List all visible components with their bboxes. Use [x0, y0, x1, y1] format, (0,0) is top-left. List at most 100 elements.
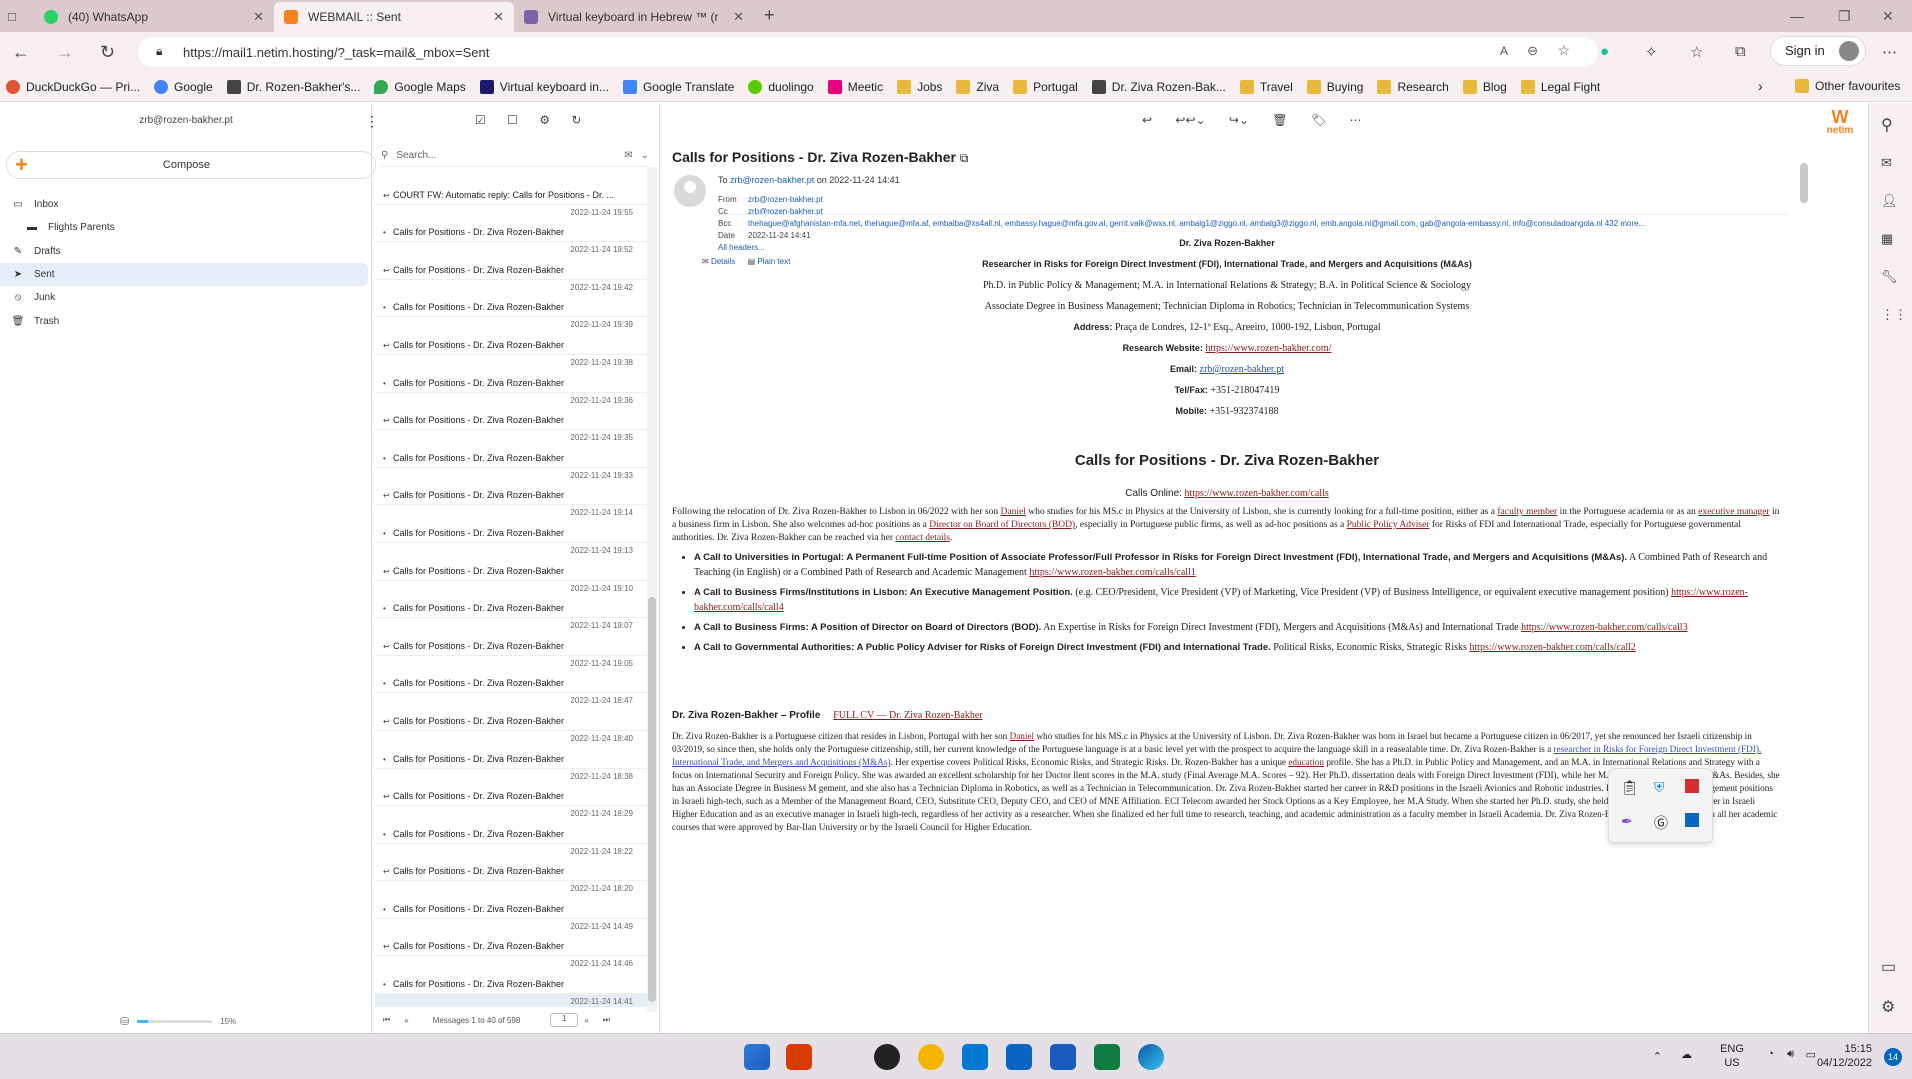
- read-aloud-icon[interactable]: A: [1500, 44, 1508, 58]
- search-box[interactable]: ⚲ Search... ✉ ⌄: [381, 145, 649, 167]
- excel-icon[interactable]: [1094, 1044, 1120, 1070]
- prev-page-button[interactable]: «: [404, 1016, 408, 1025]
- daniel-link[interactable]: Daniel: [1010, 731, 1035, 741]
- office-icon[interactable]: [786, 1044, 812, 1070]
- tab-actions-icon[interactable]: □: [8, 9, 16, 24]
- bookmark-google[interactable]: Google: [154, 79, 213, 94]
- address-bar[interactable]: 🔒︎ https://mail1.netim.hosting/?_task=ma…: [138, 37, 1598, 67]
- sign-in-button[interactable]: Sign in: [1770, 36, 1866, 66]
- notification-badge[interactable]: 14: [1884, 1048, 1902, 1066]
- to-address[interactable]: zrb@rozen-bakher.pt: [730, 175, 814, 185]
- message-list-item[interactable]: 2022-11-24 18:38 ↩ Calls for Positions - D…: [375, 769, 647, 807]
- reading-scrollbar[interactable]: [1798, 143, 1810, 1023]
- close-icon[interactable]: ✕: [253, 9, 264, 25]
- message-list-item[interactable]: 2022-11-24 19:05 • Calls for Positions - D…: [375, 656, 647, 694]
- new-tab-button[interactable]: +: [764, 5, 775, 26]
- contact-details-link[interactable]: contact details: [895, 533, 950, 543]
- message-list-item[interactable]: 2022-11-24 19:07 ↩ Calls for Positions - D…: [375, 618, 647, 656]
- bookmark-folder-jobs[interactable]: Jobs: [897, 79, 942, 94]
- message-list-item[interactable]: 2022-11-24 19:33 ↩ Calls for Positions - D…: [375, 468, 647, 506]
- chrome-canary-icon[interactable]: [918, 1044, 944, 1070]
- full-cv-link[interactable]: FULL CV — Dr. Ziva Rozen-Bakher: [833, 710, 982, 721]
- scroll-thumb[interactable]: [1800, 163, 1808, 203]
- sidebar-toggle-icon[interactable]: ▭: [1881, 957, 1896, 977]
- scroll-thumb[interactable]: [648, 597, 656, 1002]
- executive-manager-link[interactable]: executive manager: [1698, 507, 1769, 517]
- wrench-icon[interactable]: 🔧︎: [1881, 269, 1898, 285]
- app-icon[interactable]: [874, 1044, 900, 1070]
- call-link[interactable]: https://www.rozen-bakher.com/calls/call3: [1521, 622, 1688, 633]
- start-icon[interactable]: [744, 1044, 770, 1070]
- clock[interactable]: 15:15 04/12/2022: [1812, 1042, 1872, 1070]
- close-window-button[interactable]: ✕: [1882, 8, 1894, 25]
- back-button[interactable]: ←: [12, 42, 30, 63]
- tab-webmail[interactable]: WEBMAIL :: Sent ✕: [274, 2, 514, 32]
- message-list-item[interactable]: 2022-11-24 14:46 • Calls for Positions - D…: [375, 956, 647, 995]
- chevron-right-icon[interactable]: ›: [1758, 78, 1763, 94]
- daniel-link[interactable]: Daniel: [1001, 507, 1026, 517]
- netim-logo[interactable]: W netim: [1818, 108, 1862, 136]
- folder-flights-parents[interactable]: ▬ Flights Parents: [0, 216, 368, 239]
- folder-sent[interactable]: ➤ Sent: [0, 263, 368, 286]
- bookmark-duckduckgo[interactable]: DuckDuckGo — Pri...: [6, 79, 140, 94]
- bookmark-duolingo[interactable]: duolingo: [748, 79, 814, 94]
- policy-adviser-link[interactable]: Public Policy Adviser: [1347, 520, 1430, 530]
- restore-button[interactable]: ❐: [1838, 8, 1851, 25]
- message-list-item[interactable]: 2022-11-24 19:42 • Calls for Positions - D…: [375, 280, 647, 318]
- bookmark-folder-travel[interactable]: Travel: [1239, 79, 1293, 94]
- bookmark-folder-legal-fight[interactable]: Legal Fight: [1520, 79, 1600, 94]
- website-link[interactable]: https://www.rozen-bakher.com/: [1205, 343, 1331, 354]
- folder-trash[interactable]: 🗑︎ Trash: [0, 310, 368, 333]
- chevron-up-icon[interactable]: ⌃: [1653, 1050, 1662, 1063]
- apps-grid-icon[interactable]: ⋮⋮: [1881, 307, 1907, 323]
- clipboard-icon[interactable]: 📋︎: [1621, 779, 1639, 796]
- settings-icon[interactable]: ⚙: [1881, 997, 1895, 1017]
- calls-online-link[interactable]: https://www.rozen-bakher.com/calls: [1184, 488, 1328, 499]
- tag-icon[interactable]: 🏷︎: [1311, 113, 1326, 127]
- bookmark-rozen-bakher[interactable]: Dr. Rozen-Bakher's...: [226, 79, 360, 94]
- refresh-icon[interactable]: ↻: [571, 113, 581, 127]
- reply-icon[interactable]: ↩: [1142, 113, 1152, 127]
- grammarly-icon[interactable]: Ⓖ: [1654, 813, 1668, 833]
- pdf-icon[interactable]: [1685, 779, 1699, 793]
- select-icon[interactable]: ☑: [475, 113, 486, 127]
- envelope-icon[interactable]: ✉: [1881, 155, 1892, 171]
- message-list-item[interactable]: 2022-11-24 19:13 ↩ Calls for Positions - D…: [375, 543, 647, 581]
- message-list-item[interactable]: 2022-11-24 18:29 • Calls for Positions - D…: [375, 806, 647, 844]
- message-list-item[interactable]: ↩ COURT FW: Automatic reply: Calls for Po…: [375, 167, 647, 205]
- email-link[interactable]: zrb@rozen-bakher.pt: [1200, 364, 1284, 375]
- bookmark-google-translate[interactable]: Google Translate: [622, 79, 734, 94]
- message-list-item[interactable]: 2022-11-24 18:47 ↩ Calls for Positions - D…: [375, 693, 647, 731]
- forward-button[interactable]: →: [56, 42, 74, 63]
- from-address[interactable]: zrb@rozen-bakher.pt: [748, 195, 823, 204]
- word-icon[interactable]: [1050, 1044, 1076, 1070]
- envelope-icon[interactable]: ✉: [624, 150, 632, 161]
- message-list-item[interactable]: 2022-11-24 19:10 • Calls for Positions - D…: [375, 581, 647, 619]
- wifi-icon[interactable]: ◔: [1767, 1048, 1774, 1060]
- search-input[interactable]: Search...: [396, 150, 624, 161]
- minimize-button[interactable]: —: [1790, 8, 1804, 24]
- tab-whatsapp[interactable]: (40) WhatsApp ✕: [34, 2, 274, 32]
- open-external-icon[interactable]: ⧉: [960, 151, 969, 165]
- call-link[interactable]: https://www.rozen-bakher.com/calls/call1: [1029, 567, 1196, 578]
- message-list-item[interactable]: 2022-11-24 18:20 • Calls for Positions - D…: [375, 881, 647, 919]
- favorites-icon[interactable]: ☆: [1690, 43, 1703, 61]
- folder-inbox[interactable]: ▭ Inbox: [0, 193, 368, 216]
- bookmark-folder-ziva[interactable]: Ziva: [956, 79, 999, 94]
- calendar-icon[interactable]: ▦: [1881, 231, 1893, 247]
- bcc-addresses[interactable]: thehague@afghanistan-mfa.net, thehague@m…: [748, 219, 1645, 228]
- message-list-item[interactable]: 2022-11-24 14:49 ↩ Calls for Positions - D…: [375, 919, 647, 957]
- cloud-icon[interactable]: ☁: [1681, 1048, 1692, 1061]
- bookmark-folder-buying[interactable]: Buying: [1306, 79, 1363, 94]
- message-list-item[interactable]: 2022-11-24 18:40 • Calls for Positions - D…: [375, 731, 647, 769]
- page-input[interactable]: 1: [550, 1013, 579, 1027]
- refresh-button[interactable]: ↻: [100, 42, 115, 63]
- favorite-star-icon[interactable]: ☆: [1557, 42, 1570, 59]
- list-scrollbar[interactable]: [647, 167, 657, 1012]
- zoom-icon[interactable]: ⊖: [1527, 43, 1538, 59]
- more-menu-icon[interactable]: ⋯: [1882, 43, 1897, 61]
- shield-icon[interactable]: ⛨: [1654, 779, 1665, 796]
- message-list-item[interactable]: 2022-11-24 19:36 ↩ Calls for Positions - D…: [375, 393, 647, 431]
- tab-virtual-keyboard[interactable]: Virtual keyboard in Hebrew ™ (r ✕: [514, 2, 754, 32]
- compose-button[interactable]: + Compose: [6, 151, 376, 179]
